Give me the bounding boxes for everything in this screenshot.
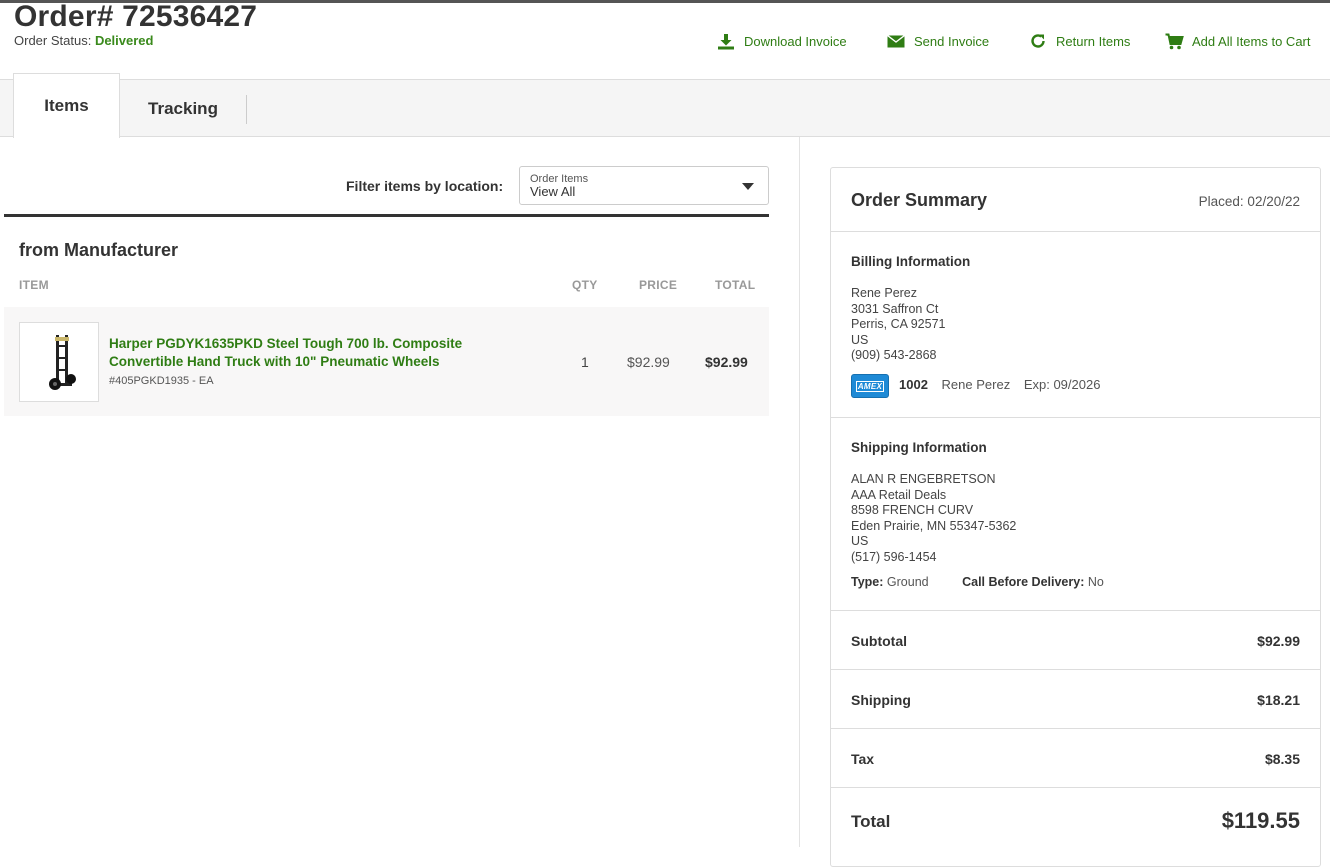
order-actions: Download Invoice Send Invoice Return Ite… bbox=[0, 32, 1330, 52]
shipping-line: Eden Prairie, MN 55347-5362 bbox=[851, 518, 1017, 533]
shipping-type-label: Type: bbox=[851, 575, 884, 589]
product-name-link[interactable]: Harper PGDYK1635PKD Steel Tough 700 lb. … bbox=[109, 335, 529, 371]
tax-row: Tax $8.35 bbox=[851, 751, 1300, 767]
send-invoice-button[interactable]: Send Invoice bbox=[886, 32, 989, 50]
subtotal-row: Subtotal $92.99 bbox=[851, 633, 1300, 649]
pane-divider bbox=[799, 137, 800, 847]
section-title: from Manufacturer bbox=[19, 240, 179, 260]
tab-divider bbox=[246, 95, 247, 124]
send-invoice-label: Send Invoice bbox=[914, 33, 990, 49]
divider bbox=[831, 231, 1320, 232]
subtotal-label: Subtotal bbox=[851, 633, 907, 649]
divider bbox=[831, 787, 1320, 788]
hand-truck-image bbox=[49, 335, 76, 390]
product-thumbnail[interactable] bbox=[19, 322, 99, 402]
divider bbox=[831, 417, 1320, 418]
billing-address: Rene Perez 3031 Saffron Ct Perris, CA 92… bbox=[851, 286, 946, 364]
billing-line: Perris, CA 92571 bbox=[851, 317, 946, 331]
amex-card-icon: AMEX bbox=[851, 374, 889, 398]
section-rule bbox=[4, 214, 769, 217]
billing-heading: Billing Information bbox=[851, 254, 971, 269]
order-summary-card: Order Summary Placed: 02/20/22 Billing I… bbox=[830, 167, 1321, 867]
order-placed-date: Placed: 02/20/22 bbox=[1198, 194, 1300, 209]
chevron-down-icon bbox=[742, 183, 754, 190]
divider bbox=[831, 728, 1320, 729]
shipping-line: (517) 596-1454 bbox=[851, 549, 937, 564]
card-expiry: Exp: 09/2026 bbox=[1023, 377, 1101, 392]
card-last4: 1002 bbox=[899, 377, 928, 392]
table-row: Harper PGDYK1635PKD Steel Tough 700 lb. … bbox=[4, 307, 769, 416]
shipping-cost-value: $18.21 bbox=[1257, 692, 1300, 708]
item-price: $92.99 bbox=[627, 354, 670, 370]
billing-line: Rene Perez bbox=[851, 286, 918, 300]
return-items-label: Return Items bbox=[1056, 33, 1131, 49]
tab-tracking[interactable]: Tracking bbox=[120, 80, 246, 137]
cart-icon bbox=[1164, 32, 1184, 50]
select-value: View All bbox=[530, 184, 576, 199]
product-sku: #405PGKD1935 - EA bbox=[109, 375, 214, 387]
column-header-item: ITEM bbox=[19, 278, 49, 292]
total-value: $119.55 bbox=[1221, 808, 1300, 833]
tax-value: $8.35 bbox=[1264, 751, 1300, 767]
column-header-total: TOTAL bbox=[715, 278, 756, 292]
subtotal-value: $92.99 bbox=[1257, 633, 1300, 649]
shipping-line: US bbox=[851, 534, 869, 548]
divider bbox=[831, 610, 1320, 611]
billing-line: 3031 Saffron Ct bbox=[851, 301, 939, 316]
shipping-line: ALAN R ENGEBRETSON bbox=[851, 472, 996, 486]
download-invoice-label: Download Invoice bbox=[744, 33, 847, 49]
download-invoice-button[interactable]: Download Invoice bbox=[716, 32, 847, 50]
column-header-qty: QTY bbox=[572, 278, 598, 292]
location-filter-select[interactable]: Order Items View All bbox=[519, 166, 769, 205]
column-header-price: PRICE bbox=[639, 278, 678, 292]
order-summary-title: Order Summary bbox=[851, 190, 988, 210]
add-all-to-cart-button[interactable]: Add All Items to Cart bbox=[1164, 32, 1311, 50]
tax-label: Tax bbox=[851, 751, 875, 767]
shipping-line: AAA Retail Deals bbox=[851, 487, 947, 502]
card-info: 1002 Rene Perez Exp: 09/2026 bbox=[899, 377, 1100, 392]
order-title: Order# 72536427 bbox=[14, 0, 258, 33]
shipping-cost-label: Shipping bbox=[851, 692, 911, 708]
item-qty: 1 bbox=[581, 354, 589, 370]
tab-items[interactable]: Items bbox=[13, 73, 120, 138]
shipping-type-value: Ground bbox=[886, 575, 929, 589]
envelope-icon bbox=[886, 32, 906, 50]
shipping-line: 8598 FRENCH CURV bbox=[851, 503, 974, 517]
tab-bar: Items Tracking bbox=[0, 73, 1330, 138]
item-total: $92.99 bbox=[705, 354, 748, 370]
total-label: Total bbox=[851, 812, 891, 831]
refresh-icon bbox=[1028, 32, 1048, 50]
shipping-row: Shipping $18.21 bbox=[851, 692, 1300, 708]
total-row: Total $119.55 bbox=[851, 808, 1300, 833]
shipping-meta: Type: Ground Call Before Delivery: No bbox=[851, 575, 1104, 589]
call-before-value: No bbox=[1087, 575, 1104, 589]
filter-label: Filter items by location: bbox=[346, 178, 504, 194]
card-name: Rene Perez bbox=[941, 377, 1011, 392]
download-icon bbox=[716, 32, 736, 50]
return-items-button[interactable]: Return Items bbox=[1028, 32, 1130, 50]
billing-line: (909) 543-2868 bbox=[851, 348, 937, 362]
call-before-label: Call Before Delivery: bbox=[962, 575, 1085, 589]
shipping-heading: Shipping Information bbox=[851, 440, 987, 455]
divider bbox=[831, 669, 1320, 670]
add-all-to-cart-label: Add All Items to Cart bbox=[1192, 33, 1311, 49]
billing-line: US bbox=[851, 332, 869, 347]
shipping-address: ALAN R ENGEBRETSON AAA Retail Deals 8598… bbox=[851, 472, 1016, 565]
